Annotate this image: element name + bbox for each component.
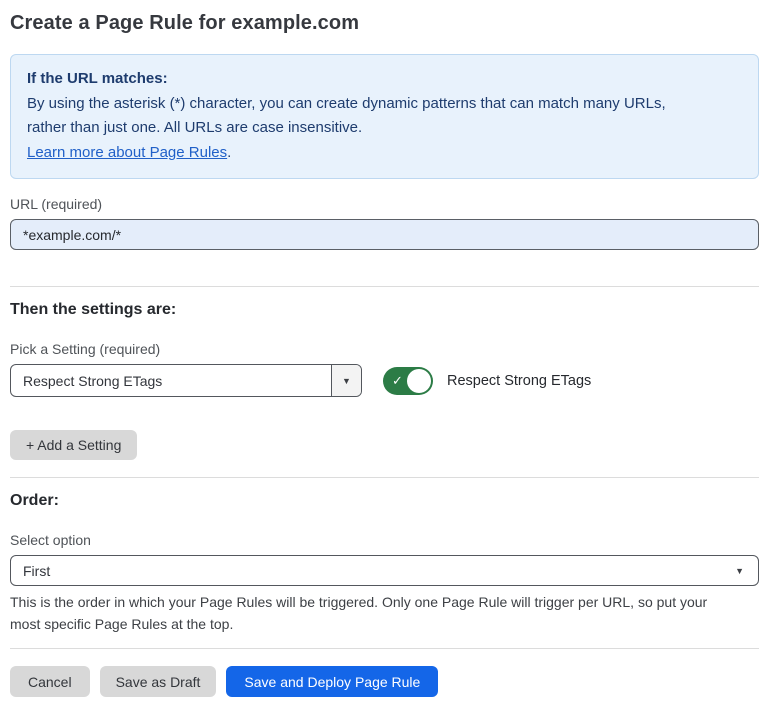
setting-select[interactable]: Respect Strong ETags ▼ (10, 364, 362, 397)
url-match-info-box: If the URL matches: By using the asteris… (10, 54, 759, 179)
chevron-down-icon: ▼ (735, 566, 744, 576)
order-help-line-1: This is the order in which your Page Rul… (10, 592, 759, 614)
cancel-button[interactable]: Cancel (10, 666, 90, 697)
info-box-heading: If the URL matches: (27, 67, 742, 92)
url-field-label: URL (required) (10, 196, 759, 212)
chevron-down-icon: ▼ (342, 376, 351, 386)
save-as-draft-button[interactable]: Save as Draft (100, 666, 217, 697)
toggle-knob (407, 369, 431, 393)
page-title: Create a Page Rule for example.com (10, 12, 759, 35)
setting-select-value: Respect Strong ETags (11, 365, 331, 396)
toggle-label: Respect Strong ETags (447, 373, 591, 389)
info-box-body-line-1: By using the asterisk (*) character, you… (27, 92, 742, 117)
respect-strong-etags-toggle[interactable]: ✓ (383, 367, 433, 395)
setting-select-arrow-button[interactable]: ▼ (331, 365, 361, 396)
link-period: . (227, 144, 231, 161)
url-input[interactable] (10, 219, 759, 250)
create-page-rule-panel: Create a Page Rule for example.com If th… (0, 0, 769, 713)
divider-footer (10, 648, 759, 649)
select-option-label: Select option (10, 532, 759, 548)
add-setting-button[interactable]: + Add a Setting (10, 430, 137, 460)
footer-button-row: Cancel Save as Draft Save and Deploy Pag… (10, 666, 759, 697)
save-and-deploy-button[interactable]: Save and Deploy Page Rule (226, 666, 438, 697)
order-select[interactable]: First ▼ (10, 555, 759, 586)
check-icon: ✓ (392, 374, 403, 387)
learn-more-link[interactable]: Learn more about Page Rules (27, 144, 227, 161)
order-select-value: First (23, 563, 735, 579)
info-box-body-line-2: rather than just one. All URLs are case … (27, 116, 742, 141)
settings-section-heading: Then the settings are: (10, 301, 759, 319)
order-section-heading: Order: (10, 492, 759, 510)
order-help-line-2: most specific Page Rules at the top. (10, 614, 759, 636)
info-box-link-line: Learn more about Page Rules. (27, 141, 742, 166)
pick-setting-label: Pick a Setting (required) (10, 341, 759, 357)
order-help-text: This is the order in which your Page Rul… (10, 592, 759, 635)
divider-url-settings (10, 286, 759, 287)
setting-row: Respect Strong ETags ▼ ✓ Respect Strong … (10, 364, 759, 397)
divider-settings-order (10, 477, 759, 478)
